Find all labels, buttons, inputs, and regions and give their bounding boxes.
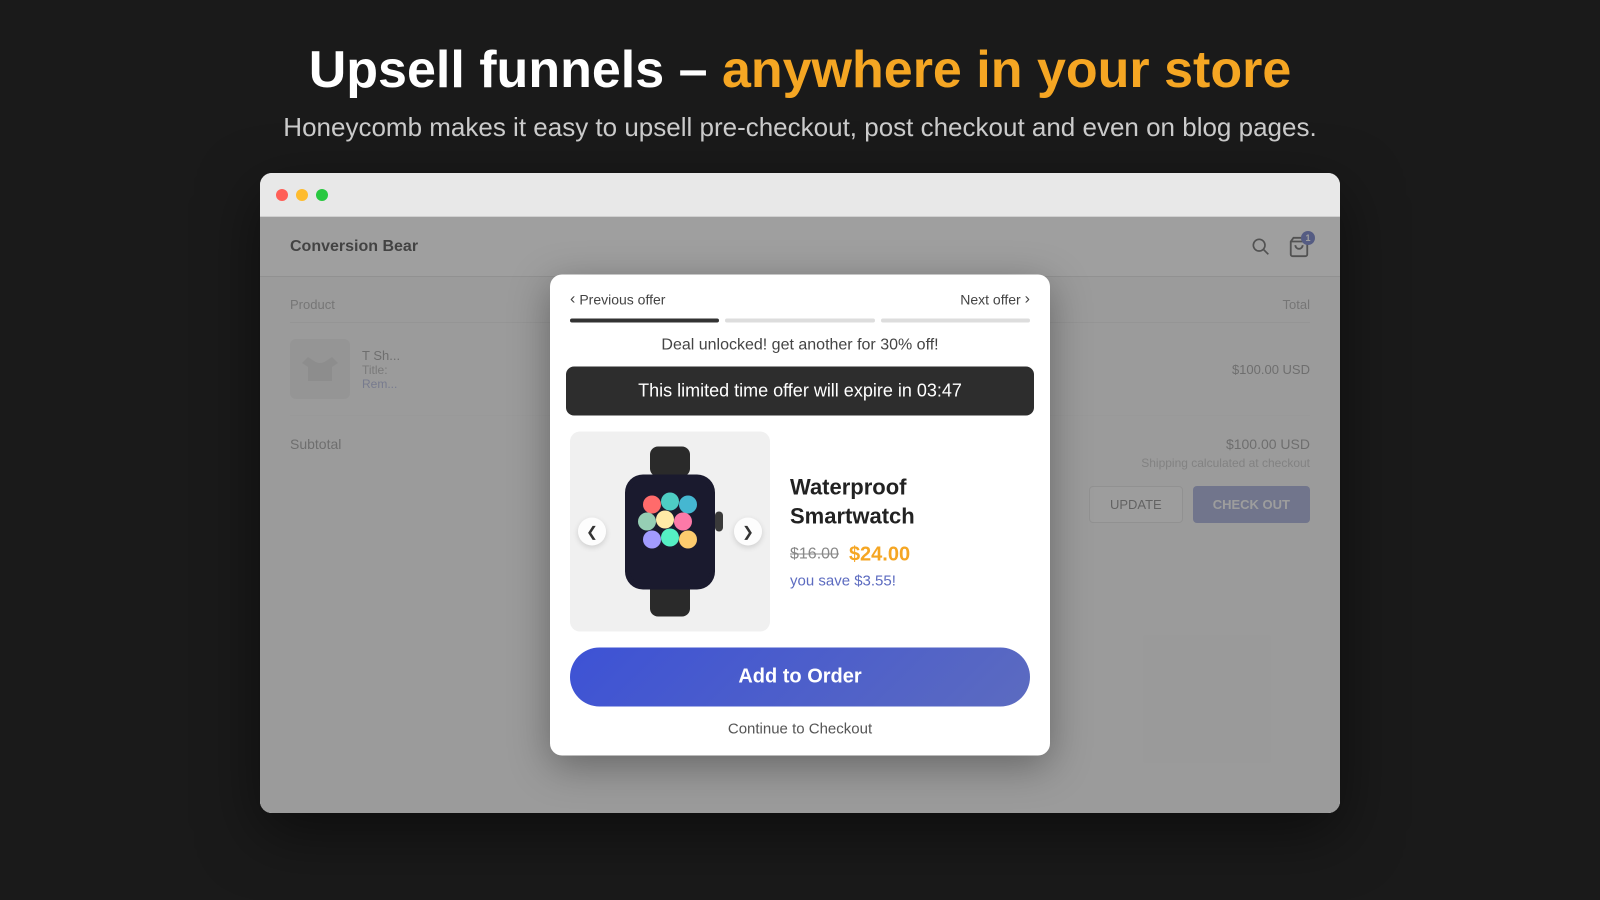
dot-close <box>276 189 288 201</box>
carousel-prev-icon: ❮ <box>586 523 598 540</box>
continue-to-checkout-link[interactable]: Continue to Checkout <box>550 721 1050 756</box>
product-info: Waterproof Smartwatch $16.00 $24.00 you … <box>790 474 1030 589</box>
next-offer-label: Next offer <box>960 292 1020 308</box>
timer-bar: This limited time offer will expire in 0… <box>566 367 1034 416</box>
original-price: $16.00 <box>790 546 839 564</box>
product-section: ❮ ❯ Waterproof Smartwatch $16.00 $24.00 … <box>550 432 1050 648</box>
product-name: Waterproof Smartwatch <box>790 474 1030 531</box>
main-heading: Upsell funnels – anywhere in your store <box>20 40 1580 100</box>
next-offer-button[interactable]: Next offer › <box>960 291 1030 309</box>
progress-step-3 <box>881 319 1030 323</box>
carousel-next-button[interactable]: ❯ <box>734 518 762 546</box>
store-page: Conversion Bear 1 <box>260 217 1340 813</box>
modal-navigation: ‹ Previous offer Next offer › <box>550 275 1050 319</box>
chevron-left-icon: ‹ <box>570 291 575 309</box>
progress-bar <box>550 319 1050 337</box>
chevron-right-icon: › <box>1025 291 1030 309</box>
carousel-prev-button[interactable]: ❮ <box>578 518 606 546</box>
savings-text: you save $3.55! <box>790 572 1030 589</box>
sale-price: $24.00 <box>849 543 910 566</box>
heading-part2: anywhere in your store <box>722 41 1291 99</box>
browser-chrome <box>260 173 1340 217</box>
upsell-modal: ‹ Previous offer Next offer › Deal unloc… <box>550 275 1050 756</box>
price-row: $16.00 $24.00 <box>790 543 1030 566</box>
dot-minimize <box>296 189 308 201</box>
deal-text: Deal unlocked! get another for 30% off! <box>550 337 1050 367</box>
browser-window: Conversion Bear 1 <box>260 173 1340 813</box>
add-to-order-button[interactable]: Add to Order <box>570 648 1030 707</box>
prev-offer-button[interactable]: ‹ Previous offer <box>570 291 665 309</box>
smartwatch-graphic <box>600 447 740 617</box>
dot-maximize <box>316 189 328 201</box>
subtitle: Honeycomb makes it easy to upsell pre-ch… <box>20 112 1580 143</box>
header-section: Upsell funnels – anywhere in your store … <box>0 0 1600 163</box>
heading-part1: Upsell funnels – <box>309 41 708 99</box>
prev-offer-label: Previous offer <box>579 292 665 308</box>
carousel-next-icon: ❯ <box>742 523 754 540</box>
progress-step-1 <box>570 319 719 323</box>
progress-step-2 <box>725 319 874 323</box>
product-image-carousel: ❮ ❯ <box>570 432 770 632</box>
